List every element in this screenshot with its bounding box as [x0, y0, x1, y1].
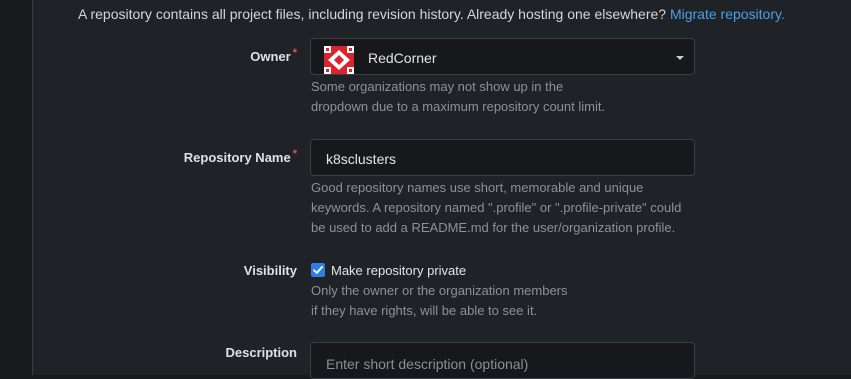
repo-name-help-line: keywords. A repository named ".profile" … — [311, 200, 682, 215]
intro-sentence: A repository contains all project files,… — [78, 6, 667, 22]
owner-required-mark: * — [292, 47, 297, 59]
description-label: Description — [225, 345, 297, 360]
visibility-help: Only the owner or the organization membe… — [311, 281, 731, 321]
visibility-help-line: if they have rights, will be able to see… — [311, 303, 538, 318]
repo-name-required-mark: * — [292, 148, 297, 160]
chevron-down-icon — [676, 56, 684, 60]
repo-name-help: Good repository names use short, memorab… — [311, 178, 731, 238]
owner-selected-value: RedCorner — [368, 50, 437, 66]
owner-help-line: Some organizations may not show up in th… — [311, 79, 564, 94]
repo-name-input[interactable]: k8sclusters — [310, 139, 695, 176]
repo-name-label-text: Repository Name — [183, 150, 291, 165]
owner-select[interactable]: RedCorner — [310, 38, 695, 75]
repo-name-label: Repository Name * — [183, 148, 297, 165]
owner-help-line: dropdown due to a maximum repository cou… — [311, 99, 606, 114]
migrate-repository-link[interactable]: Migrate repository. — [670, 6, 785, 22]
description-placeholder: Enter short description (optional) — [326, 356, 529, 372]
intro-text: A repository contains all project files,… — [78, 6, 785, 22]
repo-name-value: k8sclusters — [326, 151, 397, 167]
visibility-label: Visibility — [243, 263, 297, 278]
private-checkbox[interactable] — [311, 263, 325, 277]
checkmark-icon — [313, 266, 323, 274]
repo-name-help-line: be used to add a README.md for the user/… — [311, 220, 676, 235]
owner-label-text: Owner — [250, 49, 291, 64]
redcorner-logo-icon — [324, 46, 354, 74]
description-input[interactable]: Enter short description (optional) — [310, 342, 695, 379]
owner-help: Some organizations may not show up in th… — [311, 77, 731, 117]
visibility-help-line: Only the owner or the organization membe… — [311, 283, 568, 298]
repo-name-help-line: Good repository names use short, memorab… — [311, 180, 644, 195]
owner-label: Owner * — [250, 47, 297, 64]
private-checkbox-label[interactable]: Make repository private — [331, 263, 466, 278]
